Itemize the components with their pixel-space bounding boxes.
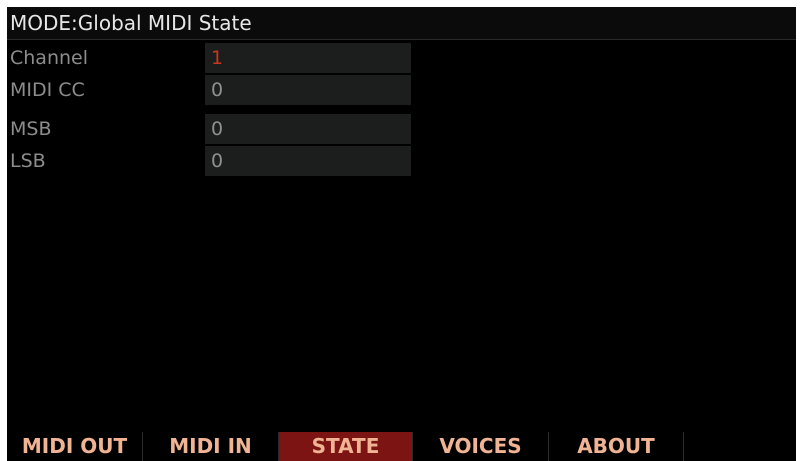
mode-title: MODE:Global MIDI State	[10, 11, 252, 35]
param-label-msb: MSB	[10, 118, 52, 140]
param-value-midi-cc[interactable]: 0	[205, 75, 411, 105]
param-label-lsb: LSB	[10, 150, 46, 172]
param-row-msb: MSB 0	[7, 114, 796, 144]
param-value-lsb[interactable]: 0	[205, 146, 411, 176]
param-label-midi-cc: MIDI CC	[10, 79, 85, 101]
param-value-msb[interactable]: 0	[205, 114, 411, 144]
tab-about[interactable]: ABOUT	[549, 432, 684, 461]
param-value-channel[interactable]: 1	[205, 43, 411, 73]
param-label-channel: Channel	[10, 47, 89, 69]
tab-midi-in[interactable]: MIDI IN	[143, 432, 279, 461]
title-bar: MODE:Global MIDI State	[7, 7, 796, 40]
soft-button-bar: MIDI OUT MIDI IN STATE VOICES ABOUT	[7, 432, 796, 461]
param-row-lsb: LSB 0	[7, 146, 796, 176]
tab-voices[interactable]: VOICES	[413, 432, 549, 461]
tab-state[interactable]: STATE	[279, 432, 413, 461]
tab-empty[interactable]	[684, 432, 796, 461]
display-screen: MODE:Global MIDI State Channel 1 MIDI CC…	[7, 7, 796, 461]
param-row-channel: Channel 1	[7, 43, 796, 73]
tab-midi-out[interactable]: MIDI OUT	[7, 432, 143, 461]
param-row-midi-cc: MIDI CC 0	[7, 75, 796, 105]
